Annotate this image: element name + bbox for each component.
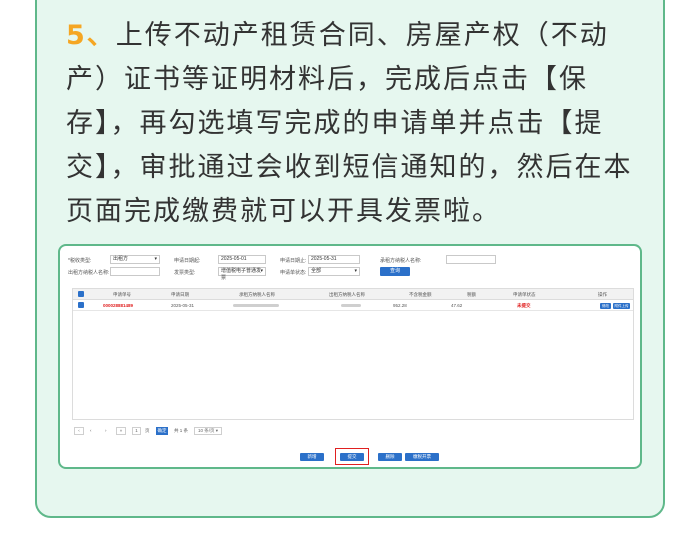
col-header: 承租方纳税人名称	[239, 292, 275, 297]
pay-invoice-button[interactable]: 缴税开票	[405, 453, 439, 461]
screenshot-panel: *税收类型: 出租方 ▾ 申请日期起: 2025-05-01 申请日期止: 202…	[58, 244, 642, 469]
upload-attachment-button[interactable]: 附件上传	[613, 303, 630, 309]
chevron-down-icon: ▾	[260, 268, 263, 274]
page-label: 页	[145, 428, 150, 433]
col-header: 申请单状态	[513, 292, 536, 297]
invoice-type-label: 发票类型:	[174, 270, 196, 276]
application-id[interactable]: 000028881489	[103, 300, 133, 311]
select-all-checkbox[interactable]	[78, 291, 84, 297]
instruction-text: 5、上传不动产租赁合同、房屋产权（不动产）证书等证明材料后，完成后点击【保存】，…	[66, 14, 646, 234]
go-button[interactable]: 确定	[156, 427, 168, 435]
blurred-lessee-name	[233, 300, 279, 311]
status-badge: 未提交	[517, 303, 531, 308]
application-table: 申请单号 申请日期 承租方纳税人名称 出租方纳税人名称 不含税金额 税额 申请单…	[72, 288, 634, 420]
col-header: 申请日期	[171, 292, 189, 297]
step-number: 5、	[66, 20, 116, 51]
business-type-label: *税收类型:	[68, 258, 92, 264]
lessee-taxpayer-input[interactable]	[110, 267, 160, 276]
delete-button[interactable]: 删除	[378, 453, 402, 461]
col-header: 不含税金额	[409, 292, 432, 297]
chevron-down-icon: ▾	[354, 268, 357, 274]
tax: 47.62	[451, 303, 463, 308]
apply-start-label: 申请日期起:	[174, 258, 201, 264]
col-header: 税额	[467, 292, 476, 297]
chevron-down-icon: ▾	[214, 428, 219, 433]
page-number-input[interactable]: 1	[132, 427, 141, 435]
apply-end-input[interactable]: 2025-05-31	[308, 255, 360, 264]
blurred-lessor-name	[341, 300, 361, 311]
page-size-select[interactable]: 10 条/页 ▾	[194, 427, 222, 435]
application-date: 2025-05-31	[171, 303, 195, 308]
table-header: 申请单号 申请日期 承租方纳税人名称 出租方纳税人名称 不含税金额 税额 申请单…	[73, 289, 633, 300]
next-icon: ›	[105, 428, 107, 433]
first-page-button[interactable]: »	[116, 427, 126, 435]
add-button[interactable]: 新增	[300, 453, 324, 461]
step-text: 上传不动产租赁合同、房屋产权（不动产）证书等证明材料后，完成后点击【保存】，再勾…	[66, 20, 633, 227]
col-header: 出租方纳税人名称	[329, 292, 365, 297]
edit-button[interactable]: 修改	[600, 303, 611, 309]
lessor-taxpayer-label: 承租方纳税人名称:	[380, 258, 422, 264]
col-header: 操作	[598, 292, 607, 297]
prev-icon: ‹	[90, 428, 92, 433]
status-select[interactable]: 全部 ▾	[308, 267, 360, 276]
lessor-taxpayer-input[interactable]	[446, 255, 496, 264]
submit-highlight-box	[335, 448, 369, 465]
row-checkbox[interactable]	[78, 302, 84, 308]
query-button[interactable]: 查询	[380, 267, 410, 276]
total-count: 共 1 条	[174, 428, 189, 433]
apply-end-label: 申请日期止:	[280, 258, 307, 264]
amount: 952.28	[393, 303, 407, 308]
apply-start-input[interactable]: 2025-05-01	[218, 255, 266, 264]
table-row[interactable]: 000028881489 2025-05-31 952.28 47.62 未提交…	[73, 300, 633, 311]
chevron-down-icon: ▾	[154, 256, 157, 262]
prev-page-button[interactable]: ‹	[74, 427, 84, 435]
col-header: 申请单号	[113, 292, 131, 297]
business-type-select[interactable]: 出租方 ▾	[110, 255, 160, 264]
invoice-type-select[interactable]: 增值税电子普通发票 ▾	[218, 267, 266, 281]
status-label: 申请单状态:	[280, 270, 307, 276]
lessee-taxpayer-label: 出租方纳税人名称:	[68, 270, 110, 276]
